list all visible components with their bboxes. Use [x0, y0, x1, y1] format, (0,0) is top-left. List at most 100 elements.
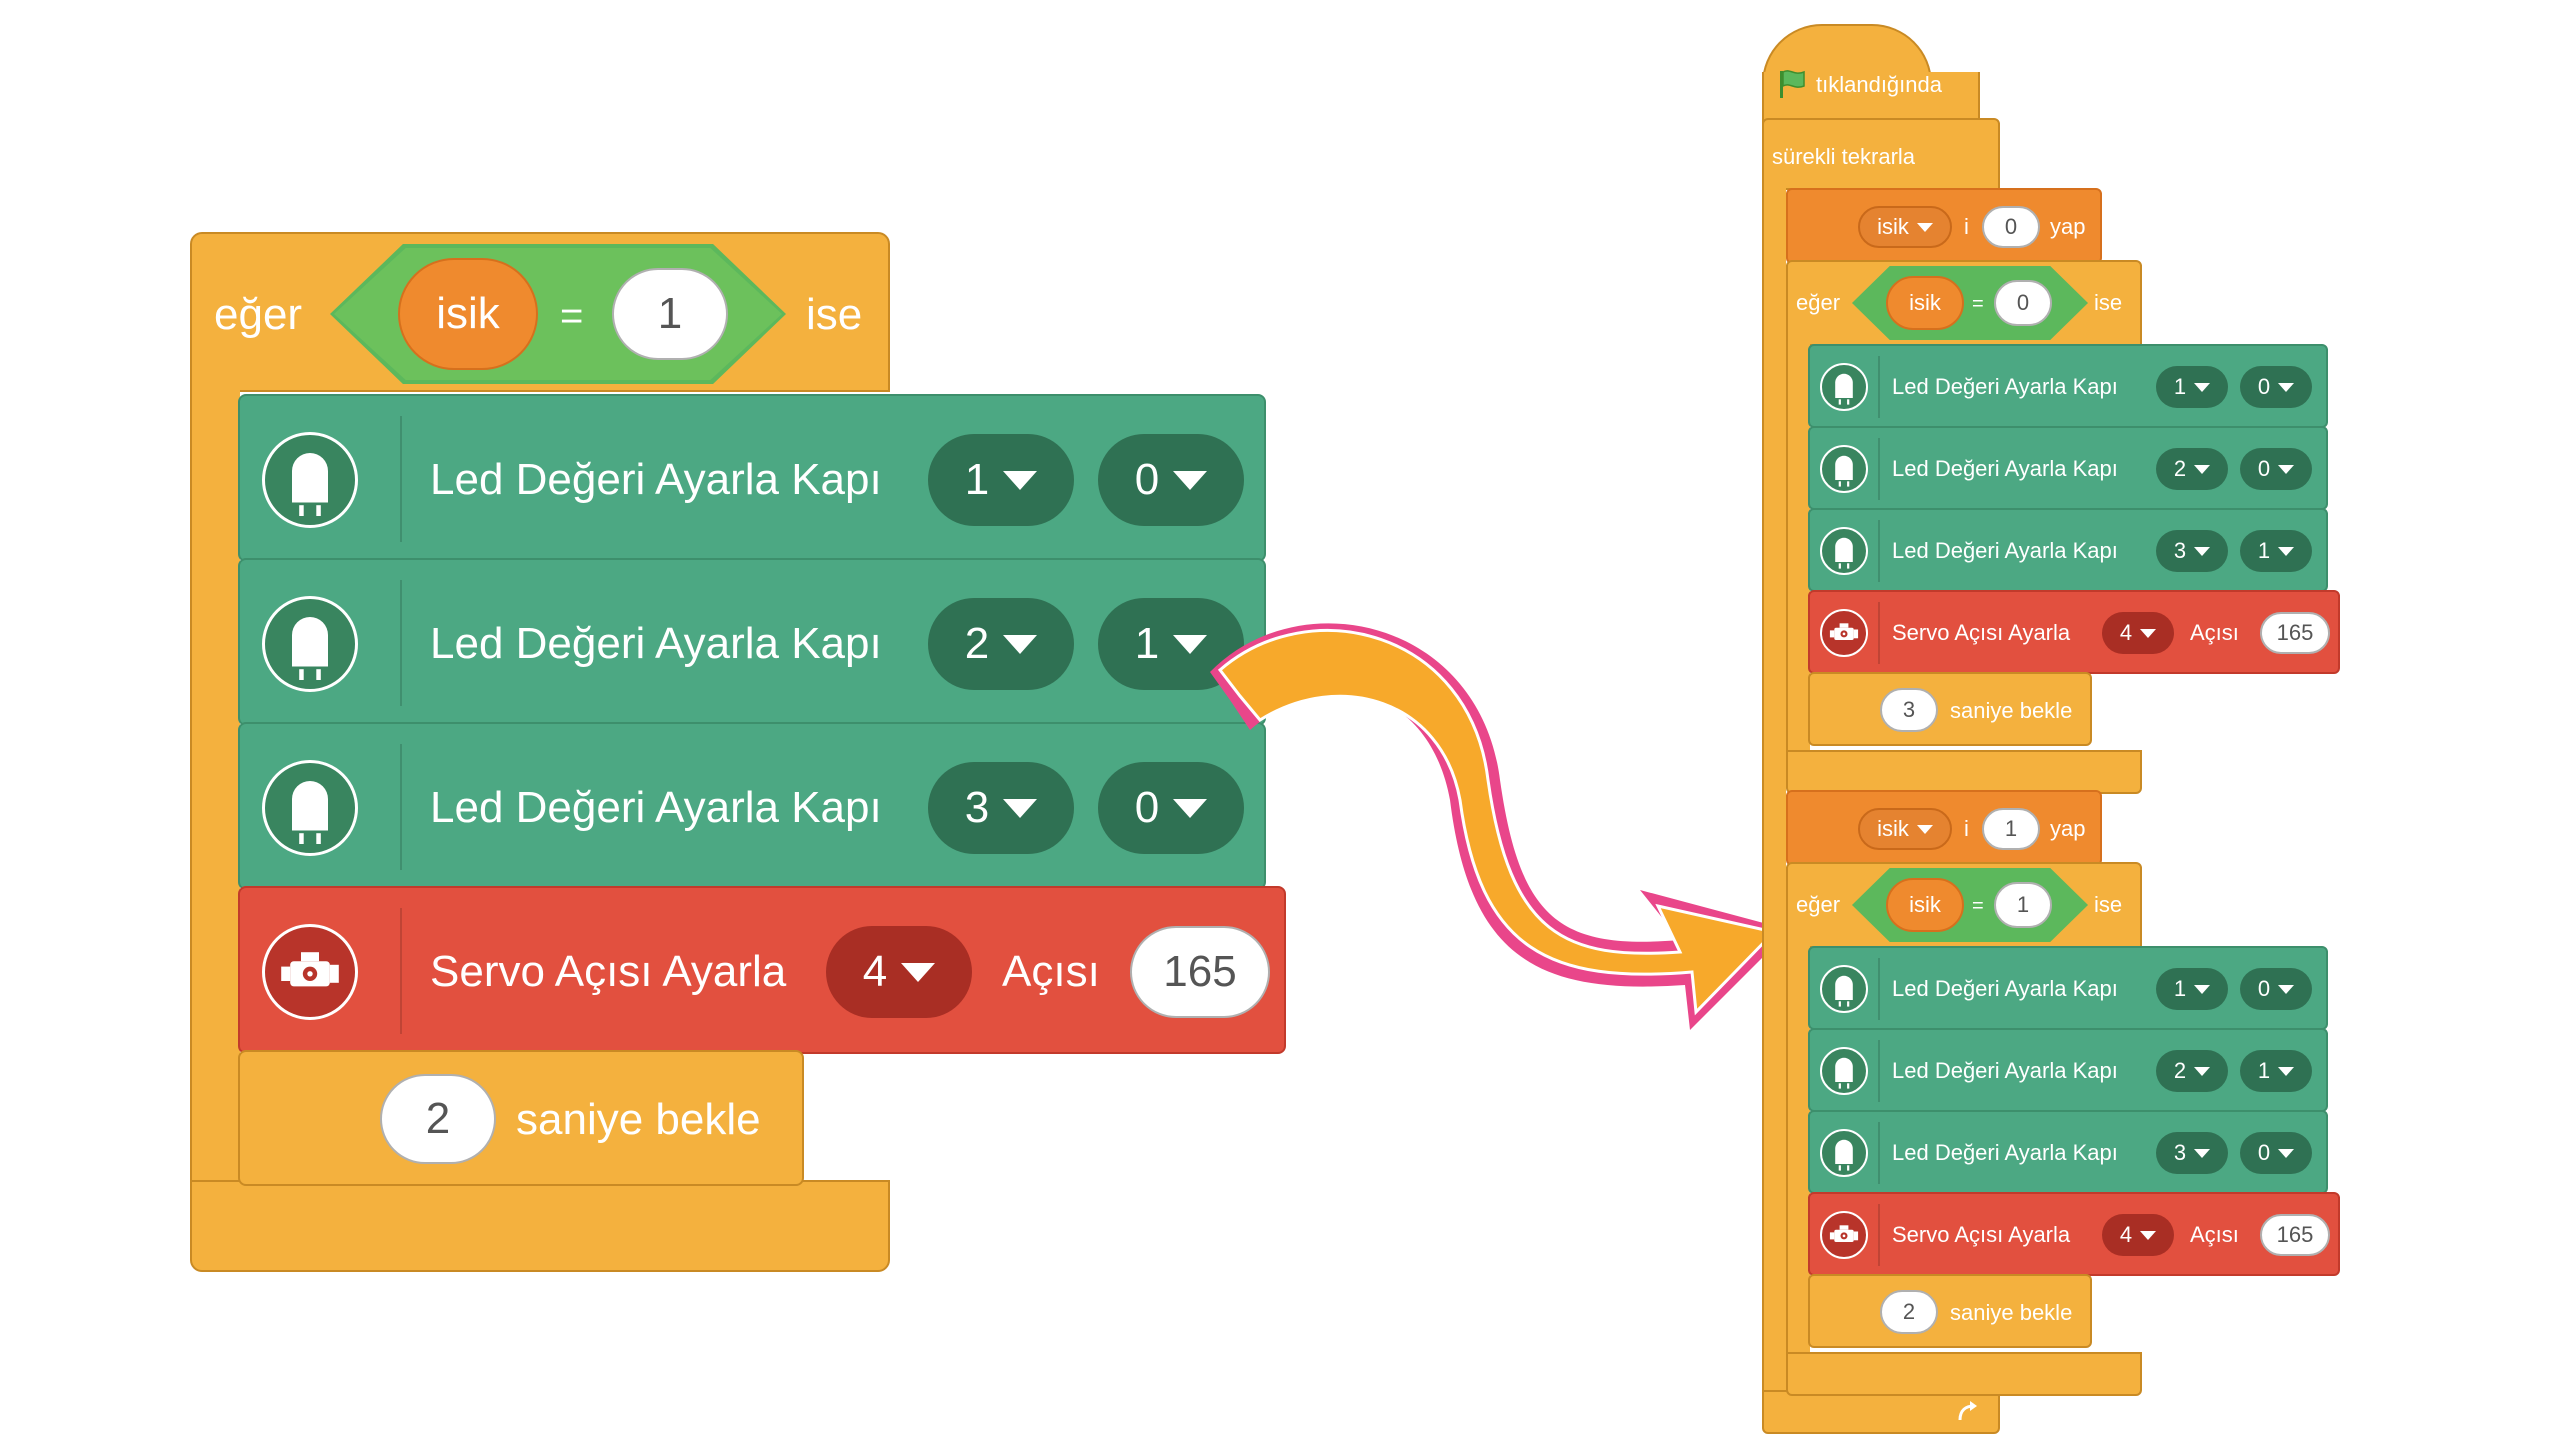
port-dropdown[interactable]: 3 — [2156, 530, 2228, 572]
port-dropdown[interactable]: 1 — [928, 434, 1074, 526]
value-dropdown[interactable]: 0 — [2240, 1132, 2312, 1174]
separator — [400, 908, 402, 1034]
chevron-down-icon — [2278, 1148, 2295, 1158]
forever-arm — [1762, 186, 1786, 1400]
chevron-down-icon — [2278, 1066, 2295, 1076]
if-arm-2 — [1786, 944, 1810, 1364]
led-block-2[interactable]: Led Değeri Ayarla Kapı 2 1 — [238, 558, 1266, 726]
set-value-input[interactable]: 0 — [1982, 206, 2040, 248]
led-icon — [1820, 363, 1868, 411]
set-end-label: yap — [2050, 816, 2086, 841]
seconds-input[interactable]: 2 — [380, 1074, 496, 1164]
led-block-label: Led Değeri Ayarla Kapı — [1892, 374, 2118, 399]
if-label: eğer — [1796, 290, 1841, 315]
if-block-arm — [190, 388, 240, 1190]
separator — [400, 580, 402, 706]
port-dropdown[interactable]: 2 — [2156, 448, 2228, 490]
servo-block-r1[interactable]: Servo Açısı Ayarla 4 Açısı 165 — [1808, 590, 2340, 674]
led-block-r5[interactable]: Led Değeri Ayarla Kapı 2 1 — [1808, 1028, 2328, 1112]
variable-reporter[interactable]: isik — [398, 258, 538, 370]
separator — [400, 416, 402, 542]
port-dropdown[interactable]: 3 — [2156, 1132, 2228, 1174]
chevron-down-icon — [2278, 464, 2295, 474]
led-icon — [1820, 445, 1868, 493]
seconds-input[interactable]: 3 — [1880, 688, 1938, 732]
loop-arrow-icon — [1958, 1401, 1977, 1421]
led-block-3[interactable]: Led Değeri Ayarla Kapı 3 0 — [238, 722, 1266, 890]
port-dropdown[interactable]: 3 — [928, 762, 1074, 854]
motor-icon — [262, 924, 358, 1020]
chevron-down-icon — [2278, 984, 2295, 994]
led-icon — [1820, 1047, 1868, 1095]
angle-input[interactable]: 165 — [2260, 612, 2330, 654]
led-block-label: Led Değeri Ayarla Kapı — [430, 619, 882, 668]
variable-reporter[interactable]: isik — [1886, 276, 1964, 330]
value-input[interactable]: 0 — [1994, 280, 2052, 326]
set-value-input[interactable]: 1 — [1982, 808, 2040, 850]
variable-name: isik — [436, 289, 500, 338]
led-block-r2[interactable]: Led Değeri Ayarla Kapı 2 0 — [1808, 426, 2328, 510]
value-dropdown[interactable]: 0 — [2240, 448, 2312, 490]
wait-block-r2[interactable]: 2 saniye bekle — [1808, 1274, 2092, 1348]
wait-label: saniye bekle — [1950, 1300, 2073, 1325]
value-dropdown[interactable]: 0 — [1098, 434, 1244, 526]
equals-sign: = — [560, 294, 584, 338]
servo-block-label: Servo Açısı Ayarla — [1892, 620, 2071, 645]
angle-label: Açısı — [2190, 620, 2239, 645]
wait-label: saniye bekle — [516, 1095, 761, 1144]
led-block-1[interactable]: Led Değeri Ayarla Kapı 1 0 — [238, 394, 1266, 562]
led-icon — [262, 432, 358, 528]
chevron-down-icon — [2194, 382, 2211, 392]
set-variable-block-1[interactable]: isik i 0 yap — [1786, 188, 2102, 264]
servo-block-label: Servo Açısı Ayarla — [430, 947, 787, 996]
separator — [1878, 438, 1880, 500]
motor-icon — [1820, 609, 1868, 657]
value-dropdown[interactable]: 0 — [2240, 366, 2312, 408]
led-block-label: Led Değeri Ayarla Kapı — [1892, 538, 2118, 563]
led-block-label: Led Değeri Ayarla Kapı — [1892, 1058, 2118, 1083]
chevron-down-icon — [2194, 1148, 2211, 1158]
led-block-r3[interactable]: Led Değeri Ayarla Kapı 3 1 — [1808, 508, 2328, 592]
set-variable-block-2[interactable]: isik i 1 yap — [1786, 790, 2102, 866]
chevron-down-icon — [2194, 1066, 2211, 1076]
led-block-r6[interactable]: Led Değeri Ayarla Kapı 3 0 — [1808, 1110, 2328, 1194]
value-dropdown[interactable]: 1 — [2240, 1050, 2312, 1092]
hat-label: tıklandığında — [1816, 72, 1942, 97]
wait-block[interactable]: 2 saniye bekle — [238, 1050, 804, 1186]
value-input[interactable]: 1 — [612, 268, 728, 360]
wait-block-r1[interactable]: 3 saniye bekle — [1808, 672, 2092, 746]
variable-reporter[interactable]: isik — [1886, 878, 1964, 932]
hat-block[interactable]: tıklandığında — [1762, 24, 1980, 142]
seconds-input[interactable]: 2 — [1880, 1290, 1938, 1334]
port-dropdown[interactable]: 2 — [2156, 1050, 2228, 1092]
value-dropdown[interactable]: 0 — [2240, 968, 2312, 1010]
chevron-down-icon — [1003, 470, 1038, 490]
led-block-r1[interactable]: Led Değeri Ayarla Kapı 1 0 — [1808, 344, 2328, 428]
angle-input[interactable]: 165 — [2260, 1214, 2330, 1256]
chevron-down-icon — [1173, 470, 1208, 490]
variable-dropdown[interactable]: isik — [1858, 808, 1952, 850]
led-icon — [1820, 527, 1868, 575]
value-input[interactable]: 1 — [1994, 882, 2052, 928]
then-label: ise — [806, 290, 863, 339]
servo-block[interactable]: Servo Açısı Ayarla 4 Açısı 165 — [238, 886, 1286, 1054]
chevron-down-icon — [1003, 798, 1038, 818]
equals-sign: = — [1972, 293, 1984, 315]
servo-port-dropdown[interactable]: 4 — [826, 926, 972, 1018]
separator — [1878, 1040, 1880, 1102]
servo-port-dropdown[interactable]: 4 — [2102, 612, 2174, 654]
chevron-down-icon — [2194, 464, 2211, 474]
port-dropdown[interactable]: 1 — [2156, 968, 2228, 1010]
equals-sign: = — [1972, 895, 1984, 917]
value-dropdown[interactable]: 1 — [2240, 530, 2312, 572]
chevron-down-icon — [901, 962, 936, 982]
if-label: eğer — [1796, 892, 1841, 917]
port-dropdown[interactable]: 2 — [928, 598, 1074, 690]
servo-port-dropdown[interactable]: 4 — [2102, 1214, 2174, 1256]
motor-icon — [1820, 1211, 1868, 1259]
variable-dropdown[interactable]: isik — [1858, 206, 1952, 248]
separator — [1878, 958, 1880, 1020]
led-block-r4[interactable]: Led Değeri Ayarla Kapı 1 0 — [1808, 946, 2328, 1030]
port-dropdown[interactable]: 1 — [2156, 366, 2228, 408]
servo-block-r2[interactable]: Servo Açısı Ayarla 4 Açısı 165 — [1808, 1192, 2340, 1276]
